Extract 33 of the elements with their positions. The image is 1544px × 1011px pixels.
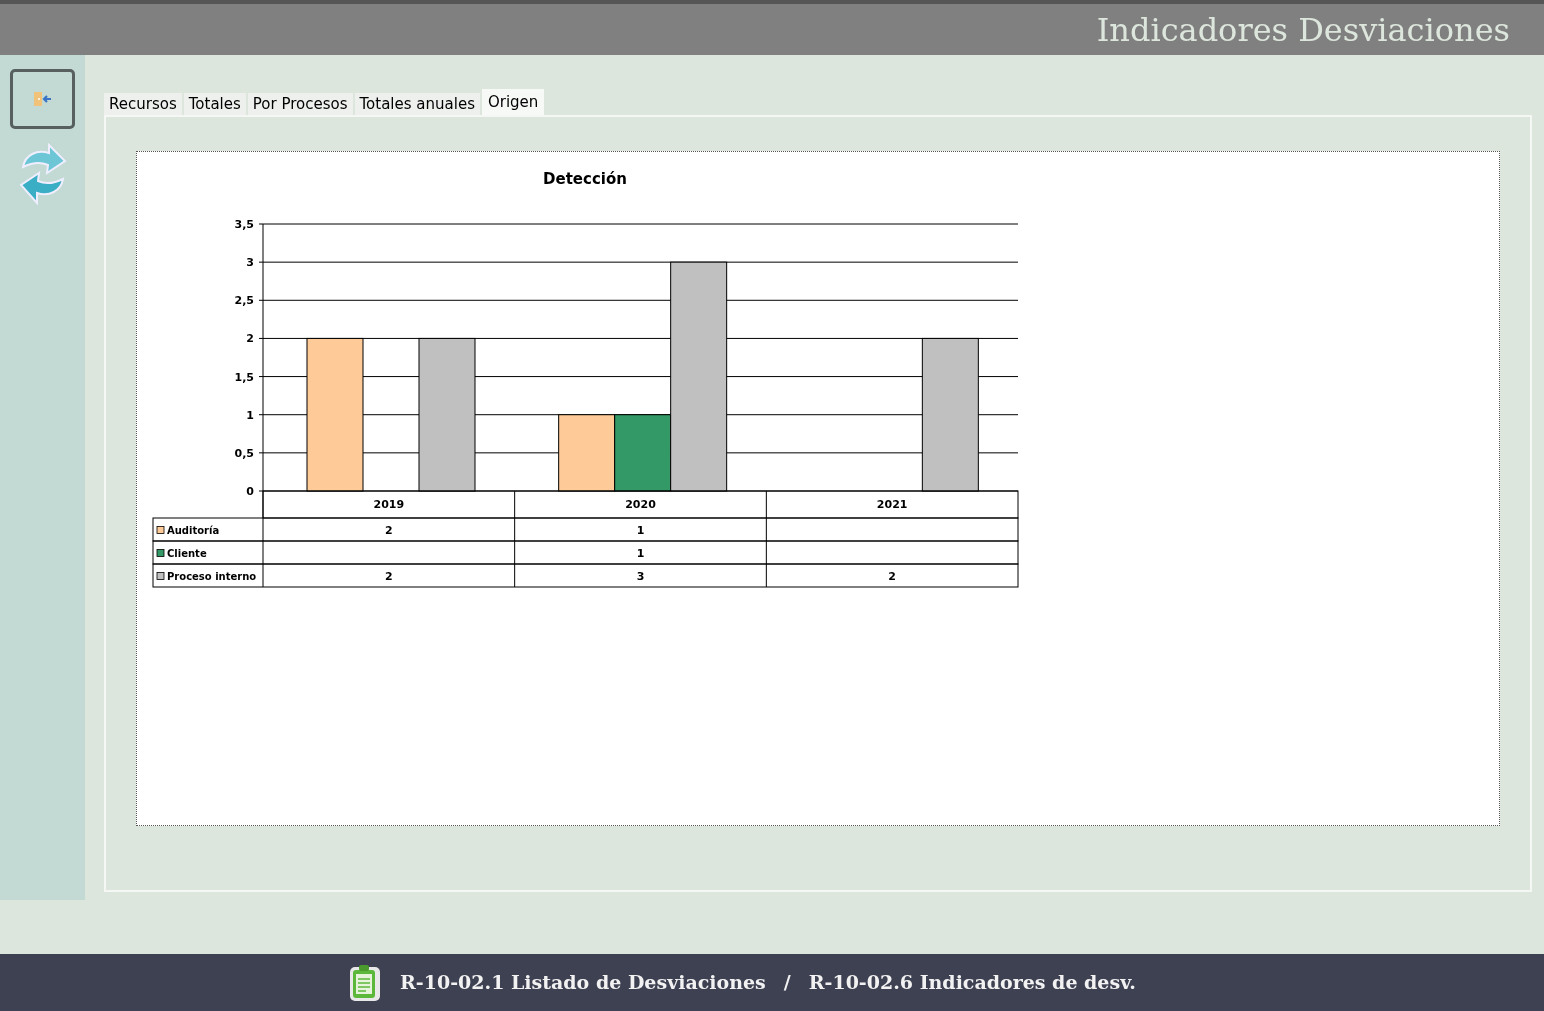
tab[interactable]: Origen bbox=[481, 89, 545, 115]
table-cell: 2 bbox=[385, 523, 393, 537]
door-arrow-icon bbox=[32, 91, 53, 107]
series-label: Auditoría bbox=[167, 524, 220, 536]
table-cell: 2 bbox=[385, 569, 393, 583]
tab[interactable]: Recursos bbox=[104, 93, 182, 115]
table-cell: 3 bbox=[636, 569, 645, 583]
page-title: Indicadores Desviaciones bbox=[1096, 13, 1510, 46]
tab[interactable]: Totales anuales bbox=[354, 93, 480, 115]
footer-link[interactable]: R-10-02.6 Indicadores de desv. bbox=[808, 968, 1136, 997]
category-label: 2020 bbox=[625, 498, 656, 511]
y-tick-label: 0 bbox=[246, 485, 254, 498]
tab[interactable]: Totales bbox=[183, 93, 246, 115]
chart-title: Detección bbox=[543, 170, 627, 188]
y-tick-label: 1,5 bbox=[234, 370, 254, 384]
table-cell: 1 bbox=[636, 523, 645, 537]
exit-button[interactable] bbox=[10, 69, 75, 129]
category-label: 2021 bbox=[876, 498, 908, 511]
separator: / bbox=[783, 970, 791, 996]
y-tick-label: 3 bbox=[246, 256, 254, 270]
series-label: Cliente bbox=[167, 547, 207, 559]
table-cell: 1 bbox=[636, 546, 645, 560]
y-tick-label: 2,5 bbox=[234, 294, 254, 308]
y-tick-label: 0,5 bbox=[234, 446, 254, 460]
y-tick-label: 2 bbox=[246, 332, 254, 346]
footer-link[interactable]: R-10-02.1 Listado de Desviaciones bbox=[400, 968, 766, 997]
category-label: 2019 bbox=[373, 498, 405, 511]
series-label: Proceso interno bbox=[167, 570, 257, 582]
tab[interactable]: Por Procesos bbox=[247, 93, 353, 115]
y-tick-label: 3,5 bbox=[234, 218, 254, 231]
clipboard-icon bbox=[348, 963, 383, 1002]
table-cell: 2 bbox=[888, 569, 896, 583]
y-tick-label: 1 bbox=[246, 408, 254, 422]
